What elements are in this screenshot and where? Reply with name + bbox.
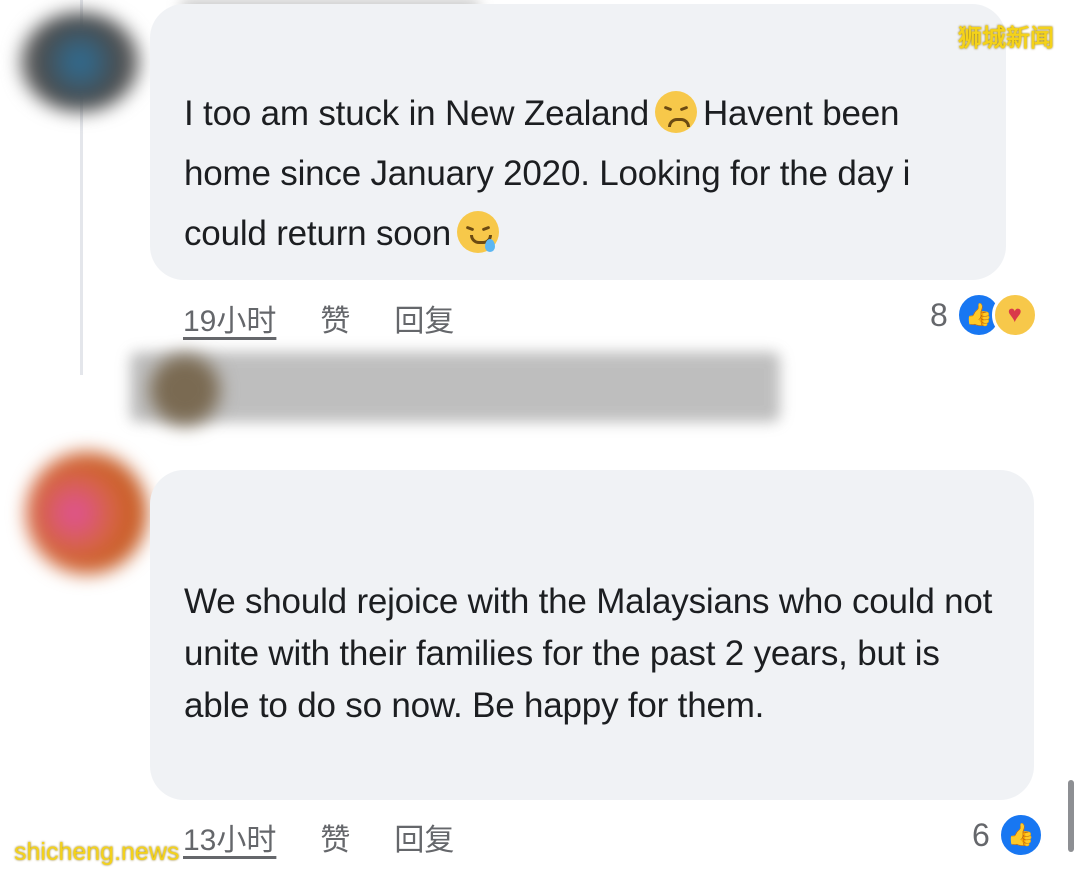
reaction-count: 6 bbox=[972, 816, 990, 853]
avatar-blurred[interactable] bbox=[26, 452, 148, 574]
comment-text: We should rejoice with the Malaysians wh… bbox=[184, 582, 993, 725]
scrollbar[interactable] bbox=[1068, 780, 1074, 852]
care-icon: ♥ bbox=[991, 292, 1038, 338]
comment-actions: 13小时 赞 回复 bbox=[183, 815, 454, 859]
comment-timestamp-link[interactable]: 19小时 bbox=[183, 296, 276, 340]
reaction-summary[interactable]: 8 👍 ♥ bbox=[930, 292, 1038, 338]
reply-avatar-blurred bbox=[150, 355, 220, 425]
reaction-summary[interactable]: 6 👍 bbox=[972, 812, 1044, 858]
comment-actions: 19小时 赞 回复 bbox=[183, 296, 454, 340]
comment-bubble: We should rejoice with the Malaysians wh… bbox=[150, 470, 1034, 800]
reply-button[interactable]: 回复 bbox=[394, 815, 454, 859]
watermark: shicheng.news bbox=[14, 838, 180, 866]
watermark: 狮城新闻 bbox=[958, 25, 1054, 52]
reaction-count: 8 bbox=[930, 296, 948, 333]
sleepy-face-emoji bbox=[457, 211, 500, 253]
reply-preview-blurred[interactable] bbox=[130, 352, 780, 422]
disappointed-face-emoji bbox=[654, 91, 697, 133]
comment-timestamp-link[interactable]: 13小时 bbox=[183, 815, 276, 859]
comment-bubble: I too am stuck in New Zealand Havent been… bbox=[150, 4, 1006, 280]
like-icon: 👍 bbox=[997, 812, 1044, 858]
reply-button[interactable]: 回复 bbox=[394, 296, 454, 340]
comment-text: I too am stuck in New Zealand Havent been… bbox=[184, 84, 994, 264]
like-button[interactable]: 赞 bbox=[320, 296, 350, 340]
avatar-blurred[interactable] bbox=[20, 12, 140, 112]
like-button[interactable]: 赞 bbox=[320, 815, 350, 859]
